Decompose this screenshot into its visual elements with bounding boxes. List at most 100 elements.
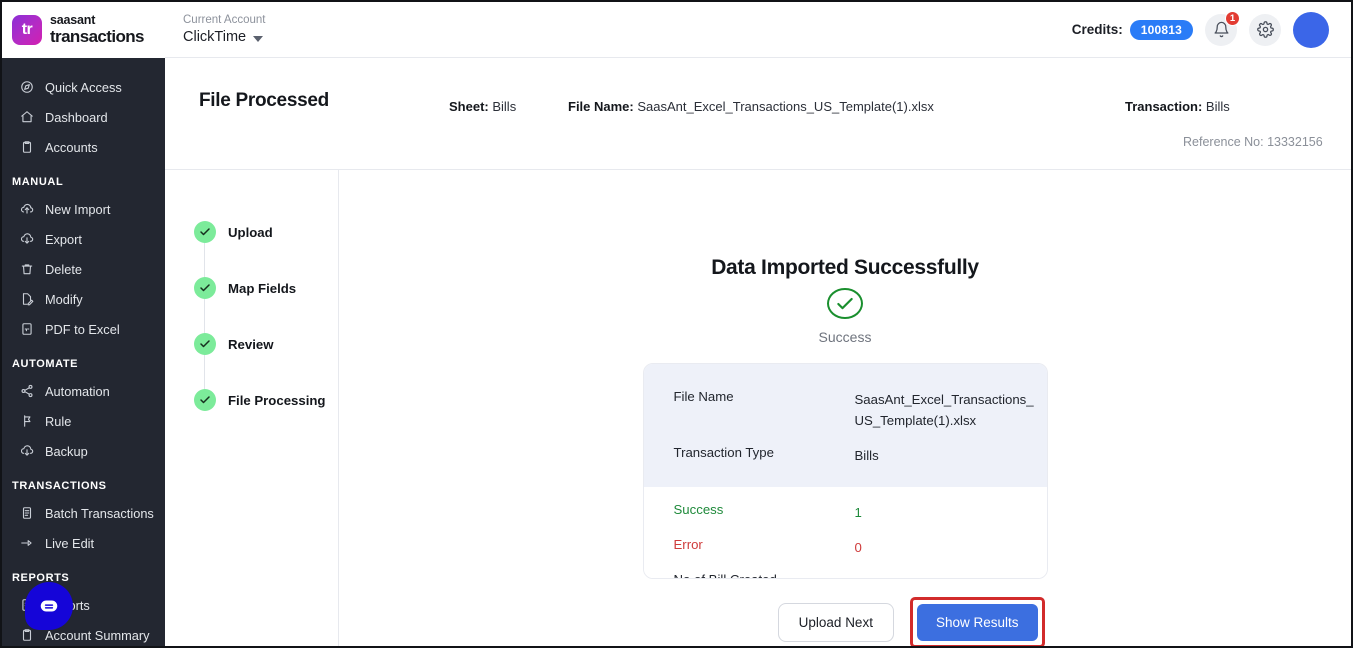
- saasant-logo-icon: tr: [12, 15, 42, 45]
- current-account-name: ClickTime: [183, 28, 246, 47]
- sidebar-item-dashboard[interactable]: Dashboard: [2, 102, 165, 132]
- step-label: Review: [228, 337, 273, 352]
- check-icon: [194, 277, 216, 299]
- download-cloud-icon: [19, 232, 34, 247]
- summary-key: Success: [674, 502, 855, 517]
- sidebar-item-label: Batch Transactions: [45, 506, 154, 521]
- sidebar-item-new-import[interactable]: New Import: [2, 194, 165, 224]
- show-results-highlight: Show Results: [910, 597, 1045, 648]
- file-edit-icon: [19, 292, 34, 307]
- sidebar-item-live-edit[interactable]: Live Edit: [2, 528, 165, 558]
- sidebar-item-label: Export: [45, 232, 82, 247]
- credits-value-pill[interactable]: 100813: [1130, 20, 1193, 40]
- sidebar-item-label: Rule: [45, 414, 71, 429]
- summary-row-transaction-type: Transaction Type Bills: [644, 438, 1047, 473]
- sidebar-item-label: Modify: [45, 292, 83, 307]
- sidebar-item-label: Dashboard: [45, 110, 108, 125]
- sidebar-item-batch-transactions[interactable]: Batch Transactions: [2, 498, 165, 528]
- sidebar-section-reports: REPORTS: [2, 572, 165, 584]
- compass-icon: [19, 80, 34, 95]
- check-circle-icon: [827, 288, 863, 319]
- chat-support-button[interactable]: [25, 582, 73, 630]
- step-label: Upload: [228, 225, 273, 240]
- step-review[interactable]: Review: [165, 316, 338, 372]
- result-actions: Upload Next Show Results: [643, 597, 1048, 648]
- summary-row-bills-created: No of Bill Created 1: [644, 565, 1047, 579]
- import-summary-card: File Name SaasAnt_Excel_Transactions_US_…: [643, 363, 1048, 579]
- sidebar-item-accounts[interactable]: Accounts: [2, 132, 165, 162]
- credits-display: Credits: 100813: [1072, 20, 1193, 40]
- sidebar-item-label: Backup: [45, 444, 88, 459]
- transaction-value: Bills: [1206, 99, 1230, 114]
- sidebar-item-automation[interactable]: Automation: [2, 376, 165, 406]
- pdf-file-icon: [19, 322, 34, 337]
- sidebar-item-label: Automation: [45, 384, 110, 399]
- notification-badge: 1: [1225, 11, 1240, 26]
- trash-icon: [19, 262, 34, 277]
- summary-value: 1: [855, 572, 862, 579]
- sheet-meta: Sheet: Bills: [449, 99, 516, 114]
- progress-stepper: Upload Map Fields Review F: [165, 170, 339, 648]
- show-results-button[interactable]: Show Results: [917, 604, 1038, 641]
- summary-row-success: Success 1: [644, 495, 1047, 530]
- current-account-selector[interactable]: Current Account ClickTime: [183, 13, 265, 47]
- settings-button[interactable]: [1249, 14, 1281, 46]
- check-icon: [194, 389, 216, 411]
- summary-value: SaasAnt_Excel_Transactions_US_Template(1…: [855, 389, 1035, 431]
- top-bar-actions: Credits: 100813 1: [1072, 12, 1351, 48]
- sidebar: Quick Access Dashboard Accounts MANUAL: [2, 58, 165, 648]
- sidebar-item-modify[interactable]: Modify: [2, 284, 165, 314]
- summary-row-file-name: File Name SaasAnt_Excel_Transactions_US_…: [644, 382, 1047, 438]
- file-name-meta: File Name: SaasAnt_Excel_Transactions_US…: [568, 99, 934, 114]
- app-window: tr saasant transactions Current Account …: [0, 0, 1353, 648]
- transaction-meta: Transaction: Bills: [1125, 99, 1230, 114]
- sidebar-item-label: PDF to Excel: [45, 322, 120, 337]
- summary-row-error: Error 0: [644, 530, 1047, 565]
- sheet-label: Sheet:: [449, 99, 489, 114]
- summary-key: File Name: [674, 389, 855, 404]
- notifications-button[interactable]: 1: [1205, 14, 1237, 46]
- step-file-processing[interactable]: File Processing: [165, 372, 338, 428]
- sidebar-section-automate: AUTOMATE: [2, 358, 165, 370]
- user-avatar[interactable]: [1293, 12, 1329, 48]
- upload-next-button[interactable]: Upload Next: [778, 603, 894, 642]
- step-upload[interactable]: Upload: [165, 204, 338, 260]
- credits-label: Credits:: [1072, 22, 1123, 37]
- summary-key: Error: [674, 537, 855, 552]
- file-name-label: File Name:: [568, 99, 634, 114]
- share-nodes-icon: [19, 384, 34, 399]
- sidebar-item-export[interactable]: Export: [2, 224, 165, 254]
- reference-number: Reference No: 13332156: [1183, 135, 1323, 149]
- check-icon: [194, 221, 216, 243]
- step-label: File Processing: [228, 393, 325, 408]
- sidebar-item-backup[interactable]: Backup: [2, 436, 165, 466]
- step-label: Map Fields: [228, 281, 296, 296]
- summary-bottom-section: Success 1 Error 0 No of Bill Created 1: [644, 487, 1047, 579]
- result-status-text: Success: [819, 329, 872, 345]
- summary-key: No of Bill Created: [674, 572, 855, 579]
- chevron-down-icon[interactable]: [253, 36, 263, 42]
- clipboard-icon: [19, 140, 34, 155]
- sidebar-item-label: Live Edit: [45, 536, 94, 551]
- sidebar-section-transactions: TRANSACTIONS: [2, 480, 165, 492]
- result-title: Data Imported Successfully: [711, 256, 979, 280]
- summary-value: Bills: [855, 445, 879, 466]
- list-doc-icon: [19, 506, 34, 521]
- sidebar-item-quick-access[interactable]: Quick Access: [2, 72, 165, 102]
- sidebar-item-delete[interactable]: Delete: [2, 254, 165, 284]
- step-map-fields[interactable]: Map Fields: [165, 260, 338, 316]
- sidebar-item-rule[interactable]: Rule: [2, 406, 165, 436]
- summary-value: 0: [855, 537, 862, 558]
- sidebar-item-account-summary[interactable]: Account Summary: [2, 620, 165, 648]
- download-cloud-icon: [19, 444, 34, 459]
- brand-logo[interactable]: tr saasant transactions: [2, 2, 165, 58]
- clipboard-icon: [19, 628, 34, 643]
- sidebar-item-label: Delete: [45, 262, 82, 277]
- sidebar-item-label: Quick Access: [45, 80, 122, 95]
- sidebar-item-label: New Import: [45, 202, 110, 217]
- summary-top-section: File Name SaasAnt_Excel_Transactions_US_…: [644, 364, 1047, 487]
- current-account-row[interactable]: ClickTime: [183, 28, 265, 47]
- main-content: File Processed Sheet: Bills File Name: S…: [165, 58, 1351, 648]
- sidebar-item-pdf-to-excel[interactable]: PDF to Excel: [2, 314, 165, 344]
- chat-bubble-icon: [38, 595, 60, 617]
